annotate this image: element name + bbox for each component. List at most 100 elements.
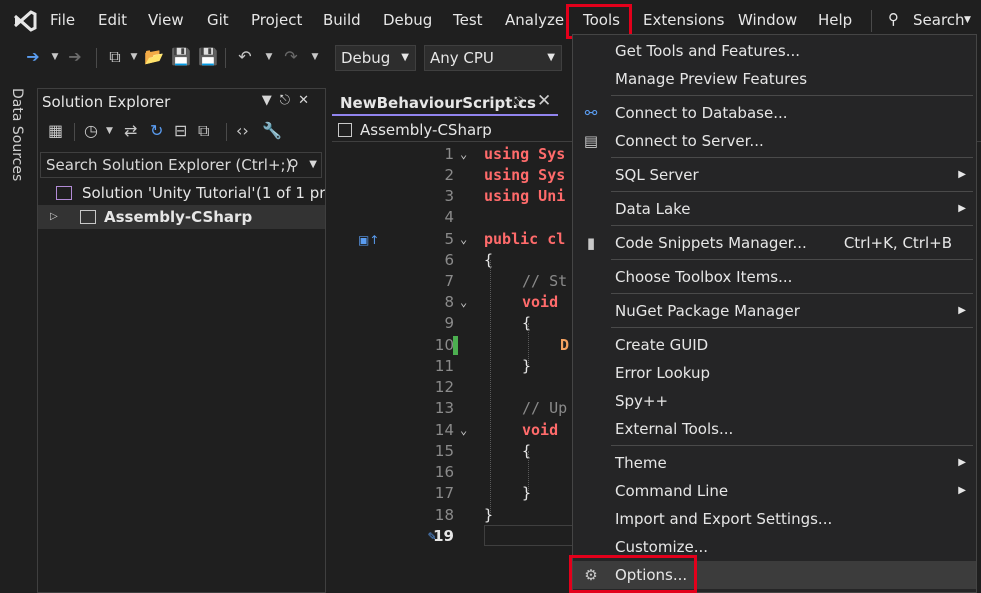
code-text: void: [522, 421, 559, 439]
menu-item-nuget[interactable]: NuGet Package Manager ▶: [573, 297, 976, 325]
menu-item-connect-database[interactable]: ⚯ Connect to Database...: [573, 99, 976, 127]
platform-value: Any CPU: [430, 49, 494, 67]
menu-item-error-lookup[interactable]: Error Lookup: [573, 359, 976, 387]
pin-icon[interactable]: ⎋: [514, 94, 524, 109]
code-text: {: [484, 251, 494, 269]
save-icon[interactable]: 💾: [170, 46, 192, 68]
menu-item-label: Choose Toolbox Items...: [615, 268, 793, 286]
chevron-down-icon[interactable]: ▼: [106, 126, 113, 136]
solution-explorer-toolbar: ▦ ◷ ▼ ⇄ ↻ ⊟ ⧉ ‹› 🔧: [44, 121, 324, 145]
panel-menu-icon[interactable]: ▼: [262, 93, 280, 108]
menu-separator: [611, 327, 973, 328]
open-folder-icon[interactable]: 📂: [143, 46, 165, 68]
menu-item-external-tools[interactable]: External Tools...: [573, 415, 976, 443]
menu-item-spy[interactable]: Spy++: [573, 387, 976, 415]
close-icon[interactable]: ✕: [298, 93, 317, 108]
expand-arrow-icon[interactable]: ▷: [50, 205, 58, 229]
chevron-down-icon[interactable]: ▼: [123, 46, 145, 68]
tree-item-solution[interactable]: Solution 'Unity Tutorial' (1 of 1 pro: [38, 181, 325, 205]
collapse-all-icon[interactable]: ⊟: [174, 121, 187, 140]
quick-actions-brush-icon[interactable]: ✎: [428, 526, 436, 547]
menu-item-shortcut: Ctrl+K, Ctrl+B: [843, 234, 952, 252]
chevron-down-icon[interactable]: ▼: [258, 46, 280, 68]
menu-view[interactable]: View: [148, 11, 184, 29]
code-text: using Sys: [484, 145, 566, 163]
menu-item-command-line[interactable]: Command Line ▶: [573, 477, 976, 505]
snippet-icon: ▮: [586, 234, 596, 252]
code-text: D: [560, 336, 570, 354]
sync-with-document-icon[interactable]: ⇄: [124, 121, 137, 140]
refresh-icon[interactable]: ↻: [150, 121, 163, 140]
menu-item-import-export[interactable]: Import and Export Settings...: [573, 505, 976, 533]
code-text: {: [522, 442, 532, 460]
properties-wrench-icon[interactable]: 🔧: [262, 121, 282, 140]
menu-separator: [611, 259, 973, 260]
chevron-down-icon[interactable]: ▼: [44, 46, 66, 68]
pin-icon[interactable]: ⎋: [280, 93, 298, 108]
menu-item-label: External Tools...: [615, 420, 734, 438]
redo-icon[interactable]: ↷: [280, 46, 302, 68]
search-button[interactable]: ⚲ Search ▼: [886, 9, 978, 33]
divider: [74, 123, 75, 141]
menu-build[interactable]: Build: [323, 11, 361, 29]
fold-chevron-icon[interactable]: ⌄: [460, 292, 467, 313]
menu-separator: [611, 191, 973, 192]
indent-guide: [490, 260, 491, 515]
search-icon: ⚲: [888, 10, 899, 28]
menu-analyze[interactable]: Analyze: [505, 11, 564, 29]
solution-platform-dropdown[interactable]: Any CPU ▼: [424, 45, 562, 71]
navigate-back-icon[interactable]: ➔: [22, 46, 44, 68]
save-all-icon[interactable]: 💾: [197, 46, 219, 68]
menu-item-create-guid[interactable]: Create GUID: [573, 331, 976, 359]
submenu-arrow-icon: ▶: [958, 457, 966, 468]
menu-help[interactable]: Help: [818, 11, 852, 29]
fold-chevron-icon[interactable]: ⌄: [460, 229, 467, 250]
menu-test[interactable]: Test: [453, 11, 483, 29]
close-icon[interactable]: ✕: [537, 91, 551, 111]
tree-item-assembly-csharp[interactable]: ▷ Assembly-CSharp: [38, 205, 325, 229]
navigate-forward-icon[interactable]: ➔: [64, 46, 86, 68]
menu-window[interactable]: Window: [738, 11, 797, 29]
solution-explorer-search-input[interactable]: Search Solution Explorer (Ctrl+;) ⚲ ▼: [40, 152, 322, 178]
menu-git[interactable]: Git: [207, 11, 229, 29]
line-number: 8: [444, 293, 454, 311]
show-all-files-icon[interactable]: ⧉: [198, 121, 209, 141]
menu-item-manage-preview[interactable]: Manage Preview Features: [573, 65, 976, 93]
menu-item-connect-server[interactable]: ▤ Connect to Server...: [573, 127, 976, 155]
server-icon: ▤: [583, 132, 599, 150]
solution-configuration-dropdown[interactable]: Debug ▼: [335, 45, 416, 71]
menu-edit[interactable]: Edit: [98, 11, 127, 29]
data-sources-tab[interactable]: Data Sources: [9, 88, 25, 181]
menu-item-theme[interactable]: Theme ▶: [573, 449, 976, 477]
menu-item-sql-server[interactable]: SQL Server ▶: [573, 161, 976, 189]
project-cube-icon: [338, 123, 352, 137]
line-number: 2: [444, 166, 454, 184]
menu-project[interactable]: Project: [251, 11, 302, 29]
document-tab[interactable]: NewBehaviourScript.cs ⎋ ✕: [332, 90, 558, 116]
search-label: Search: [913, 11, 965, 29]
menu-extensions[interactable]: Extensions: [643, 11, 724, 29]
fold-chevron-icon[interactable]: ⌄: [460, 144, 467, 165]
menu-item-code-snippets[interactable]: ▮ Code Snippets Manager... Ctrl+K, Ctrl+B: [573, 229, 976, 257]
visual-studio-logo-icon[interactable]: [12, 8, 38, 34]
line-number: 16: [434, 463, 454, 481]
menu-item-label: Get Tools and Features...: [615, 42, 801, 60]
menu-item-data-lake[interactable]: Data Lake ▶: [573, 195, 976, 223]
menu-item-choose-toolbox[interactable]: Choose Toolbox Items...: [573, 263, 976, 291]
undo-icon[interactable]: ↶: [234, 46, 256, 68]
view-code-icon[interactable]: ‹›: [236, 121, 249, 140]
menu-debug[interactable]: Debug: [383, 11, 432, 29]
current-line-highlight: [484, 525, 584, 546]
pending-changes-filter-icon[interactable]: ◷: [84, 121, 98, 140]
switch-views-icon[interactable]: ▦: [48, 121, 63, 140]
csharp-project-icon: [80, 210, 96, 224]
menu-item-get-tools[interactable]: Get Tools and Features...: [573, 37, 976, 65]
menu-file[interactable]: File: [50, 11, 75, 29]
chevron-down-icon[interactable]: ▼: [304, 46, 326, 68]
menu-item-label: Data Lake: [615, 200, 691, 218]
fold-chevron-icon[interactable]: ⌄: [460, 420, 467, 441]
line-number: 19: [433, 527, 454, 545]
code-text: // Up: [522, 399, 568, 417]
chevron-down-icon[interactable]: ▼: [309, 153, 317, 177]
line-number: 1: [444, 145, 454, 163]
